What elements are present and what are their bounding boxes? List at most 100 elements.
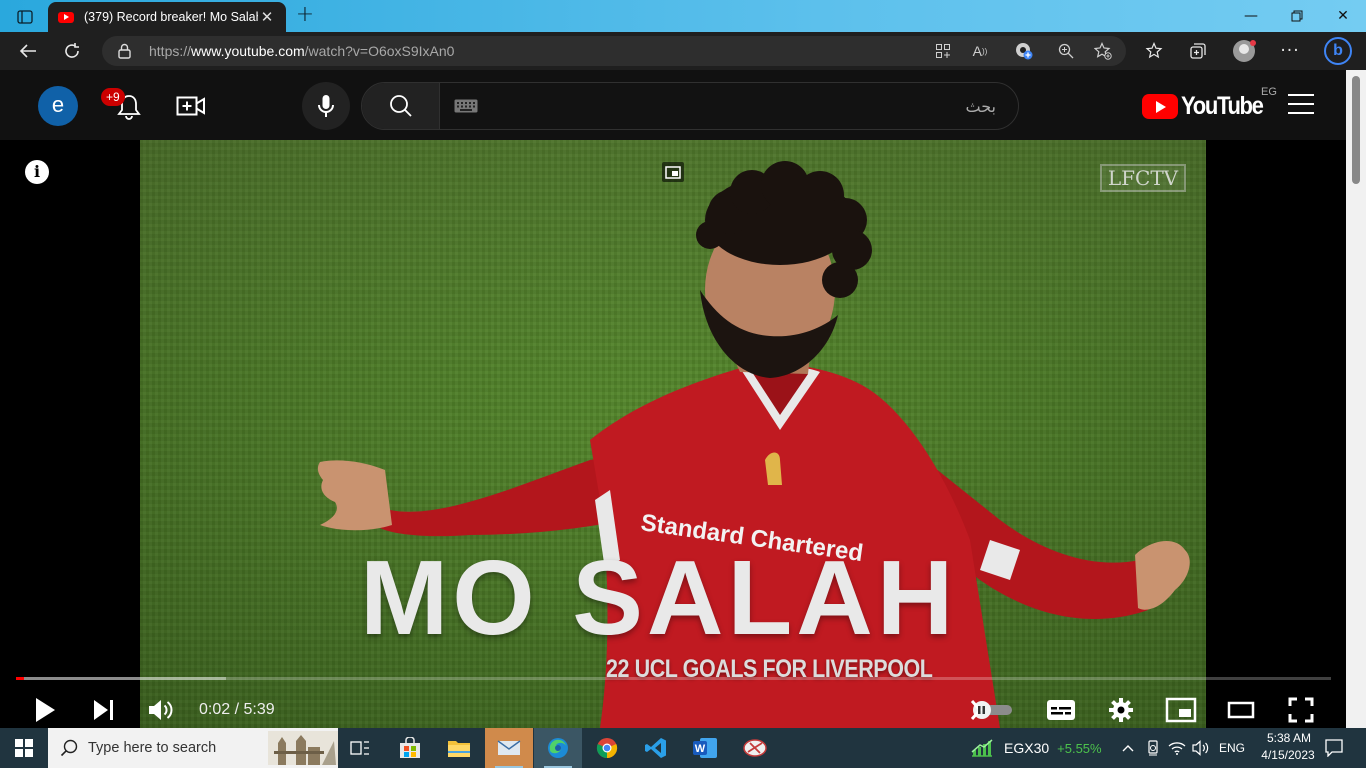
tab-actions-icon[interactable] [8,6,42,28]
close-tab-icon[interactable]: ✕ [258,8,276,26]
search-input[interactable] [442,83,1018,129]
autoplay-toggle[interactable] [966,693,1018,727]
address-bar[interactable]: https://www.youtube.com/watch?v=O6oxS9Ix… [102,36,1126,66]
mute-button[interactable] [146,693,176,727]
scrollbar-thumb[interactable] [1352,76,1360,184]
time-display: 0:02 / 5:39 [199,701,275,718]
youtube-play-logo-icon [1142,94,1178,119]
start-button[interactable] [0,728,48,768]
restore-button[interactable] [1274,4,1320,28]
theater-mode-button[interactable] [1224,693,1258,727]
youtube-logo[interactable]: YouTube [1142,92,1274,121]
mail-app[interactable] [485,728,533,768]
tablet-mode-icon[interactable] [1142,728,1164,768]
windows-logo-icon [15,739,33,757]
browser-toolbar: https://www.youtube.com/watch?v=O6oxS9Ix… [0,32,1366,70]
app-available-icon[interactable] [932,41,954,61]
subtitles-icon [1047,700,1075,720]
exit-miniplayer-icon[interactable] [662,162,684,182]
snipping-tool-app[interactable] [731,728,779,768]
task-view-icon [350,741,369,755]
chrome-logo-icon [596,738,618,759]
video-title-overlay: MO SALAH [360,539,958,657]
add-favorite-icon[interactable] [1092,41,1114,61]
browser-tab-youtube[interactable]: (379) Record breaker! Mo Salah's ✕ [48,2,286,32]
clock-date[interactable]: 4/15/2023 [1253,748,1323,762]
search-icon [389,95,412,117]
ticker-change: +5.55% [1057,740,1102,756]
create-video-icon[interactable] [176,94,206,118]
favorites-icon[interactable] [1140,38,1168,64]
info-icon[interactable]: i [25,160,49,184]
miniplayer-button[interactable] [1164,693,1198,727]
microsoft-store-app[interactable] [386,728,434,768]
word-app[interactable]: W [681,728,729,768]
more-options-icon[interactable]: ··· [1276,38,1304,64]
windows-taskbar: Type here to search W EGX30 +5.55% ENG 5… [0,728,1366,768]
theater-mode-icon [1227,701,1255,719]
volume-tray-icon[interactable] [1190,728,1212,768]
url-text[interactable]: https://www.youtube.com/watch?v=O6oxS9Ix… [149,43,454,59]
read-aloud-icon[interactable]: A)) [969,41,991,61]
keyboard-icon[interactable] [454,99,478,113]
edge-browser-app[interactable] [534,728,582,768]
gear-icon [1109,698,1133,722]
vscode-logo-icon [645,738,666,758]
youtube-favicon-icon [58,11,74,23]
guide-menu-icon[interactable] [1288,94,1314,116]
search-button[interactable] [362,83,440,129]
vscode-app[interactable] [632,728,680,768]
subtitles-button[interactable] [1044,693,1078,727]
extension-icon[interactable] [1013,41,1035,61]
youtube-page: e +9 بحث YouTube EG Standard Chartered L… [0,70,1346,728]
show-hidden-icons-chevron-icon[interactable] [1118,728,1138,768]
collections-icon[interactable] [1184,38,1212,64]
wifi-icon[interactable] [1166,728,1188,768]
bing-chat-icon[interactable]: b [1322,34,1354,68]
close-window-button[interactable]: ✕ [1320,4,1366,28]
autoplay-toggle-icon [970,700,1012,720]
lock-icon[interactable] [118,43,131,63]
zoom-icon[interactable] [1055,41,1077,61]
user-avatar[interactable]: e [38,86,78,126]
mail-envelope-icon [497,740,521,755]
microphone-icon [318,95,334,117]
profile-avatar-icon[interactable] [1230,38,1258,64]
input-language[interactable]: ENG [1219,741,1245,755]
miniplayer-icon [1165,697,1197,723]
play-button[interactable] [30,693,60,727]
taskbar-search-box[interactable]: Type here to search [48,728,338,768]
search-icon [60,739,78,757]
snipping-tool-icon [743,739,767,757]
refresh-icon[interactable] [58,38,86,64]
page-scrollbar[interactable] [1346,70,1366,728]
minimize-button[interactable]: — [1228,4,1274,28]
next-video-button[interactable] [89,693,119,727]
settings-button[interactable] [1106,693,1136,727]
stock-chart-icon [971,739,993,757]
task-view-button[interactable] [336,728,384,768]
video-frame[interactable]: Standard Chartered LFCTV MO SALAH 22 UCL… [140,140,1206,728]
video-progress-bar[interactable] [16,677,1331,680]
word-logo-icon: W [693,738,717,758]
chrome-app[interactable] [583,728,631,768]
clock-time[interactable]: 5:38 AM [1259,731,1319,745]
new-tab-button[interactable]: + [292,4,318,28]
edge-logo-icon [548,738,568,758]
search-highlight-landmark-icon [268,731,338,765]
store-bag-icon [400,737,420,758]
youtube-masthead: e +9 بحث YouTube EG [0,70,1346,140]
search-box [361,82,1019,130]
tab-title: (379) Record breaker! Mo Salah's [84,10,258,24]
file-explorer-app[interactable] [435,728,483,768]
ticker-name: EGX30 [1004,740,1050,756]
back-arrow-icon[interactable] [14,38,42,64]
folder-icon [448,741,470,757]
notification-center-icon[interactable] [1320,728,1348,768]
fullscreen-button[interactable] [1284,693,1318,727]
voice-search-button[interactable] [302,82,350,130]
volume-icon [149,700,173,720]
taskbar-search-placeholder: Type here to search [88,740,217,756]
stock-ticker-widget[interactable]: EGX30 +5.55% [970,728,1102,768]
browser-tab-strip: (379) Record breaker! Mo Salah's ✕ + — ✕ [0,0,1366,32]
